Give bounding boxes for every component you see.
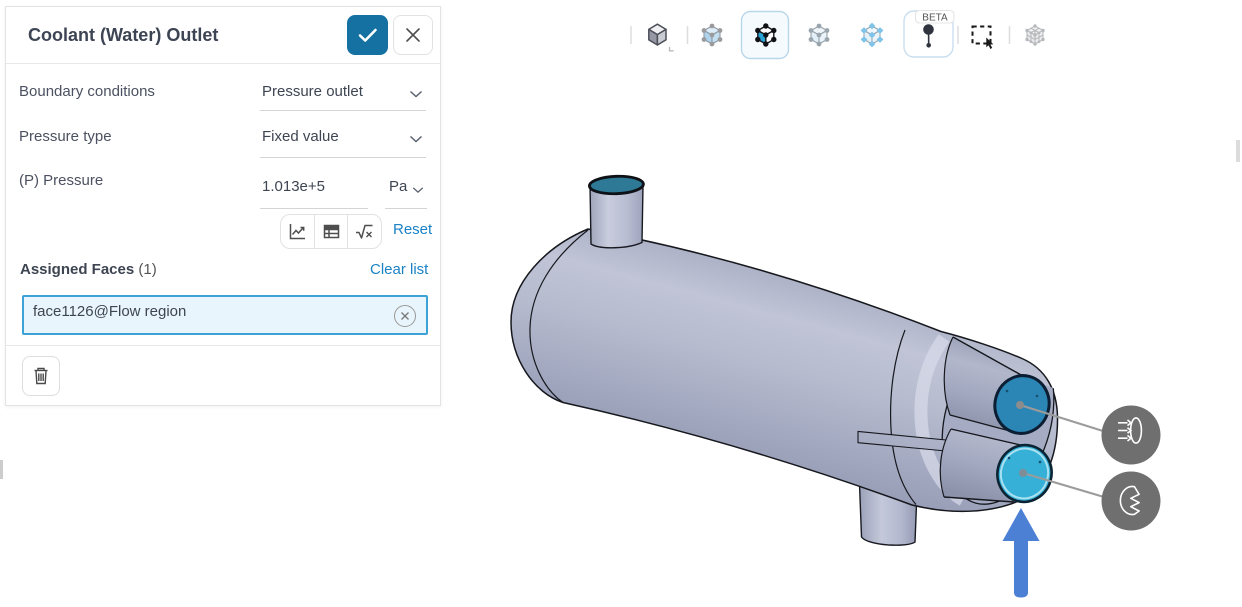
svg-text:BETA: BETA	[922, 13, 948, 24]
